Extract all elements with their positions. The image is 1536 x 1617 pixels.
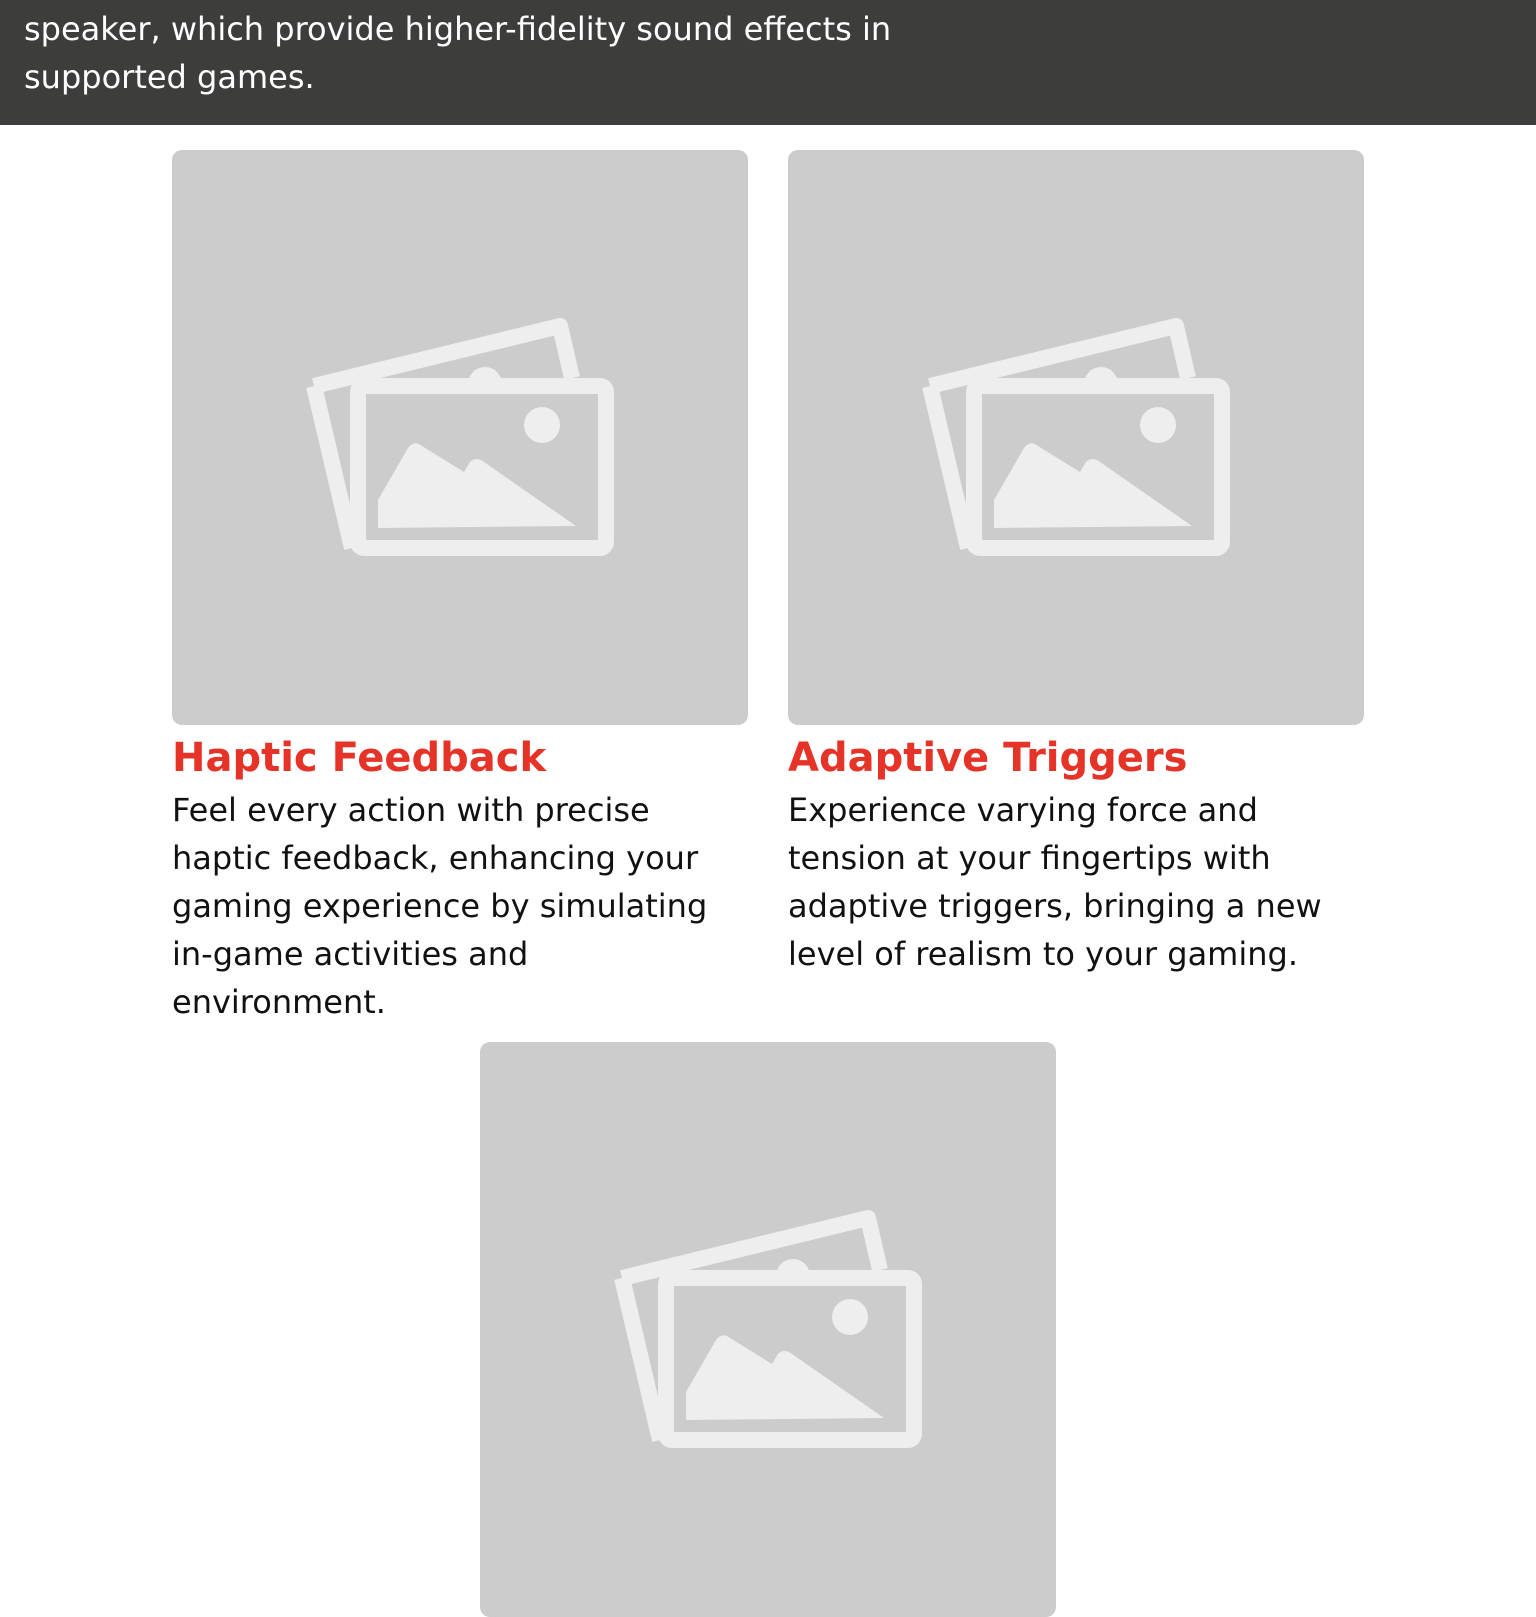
description-line: adaptive triggers, bringing a new [788, 887, 1322, 925]
feature-image-placeholder [172, 150, 748, 725]
description-line: tension at your fingertips with [788, 839, 1271, 877]
description-line: level of realism to your gaming. [788, 935, 1298, 973]
image-placeholder-icon [614, 1210, 922, 1448]
feature-title: Haptic Feedback [172, 735, 547, 781]
description-line: haptic feedback, enhancing your [172, 839, 699, 877]
description-line: environment. [172, 983, 386, 1021]
description-line: in-game activities and [172, 935, 529, 973]
feature-image-placeholder [480, 1042, 1056, 1617]
info-banner: speaker, which provide higher-fidelity s… [0, 0, 1536, 125]
image-placeholder-icon [306, 318, 614, 556]
description-line: gaming experience by simulating [172, 887, 708, 925]
description-line: Feel every action with precise [172, 791, 650, 829]
feature-title: Adaptive Triggers [788, 735, 1188, 781]
description-line: Experience varying force and [788, 791, 1258, 829]
feature-description: Experience varying force and tension at … [788, 786, 1348, 978]
feature-image-placeholder [788, 150, 1364, 725]
feature-description: Feel every action with precise haptic fe… [172, 786, 732, 1026]
banner-text-line-2: supported games. [24, 58, 315, 96]
banner-text-line-1: speaker, which provide higher-fidelity s… [24, 10, 892, 48]
image-placeholder-icon [922, 318, 1230, 556]
